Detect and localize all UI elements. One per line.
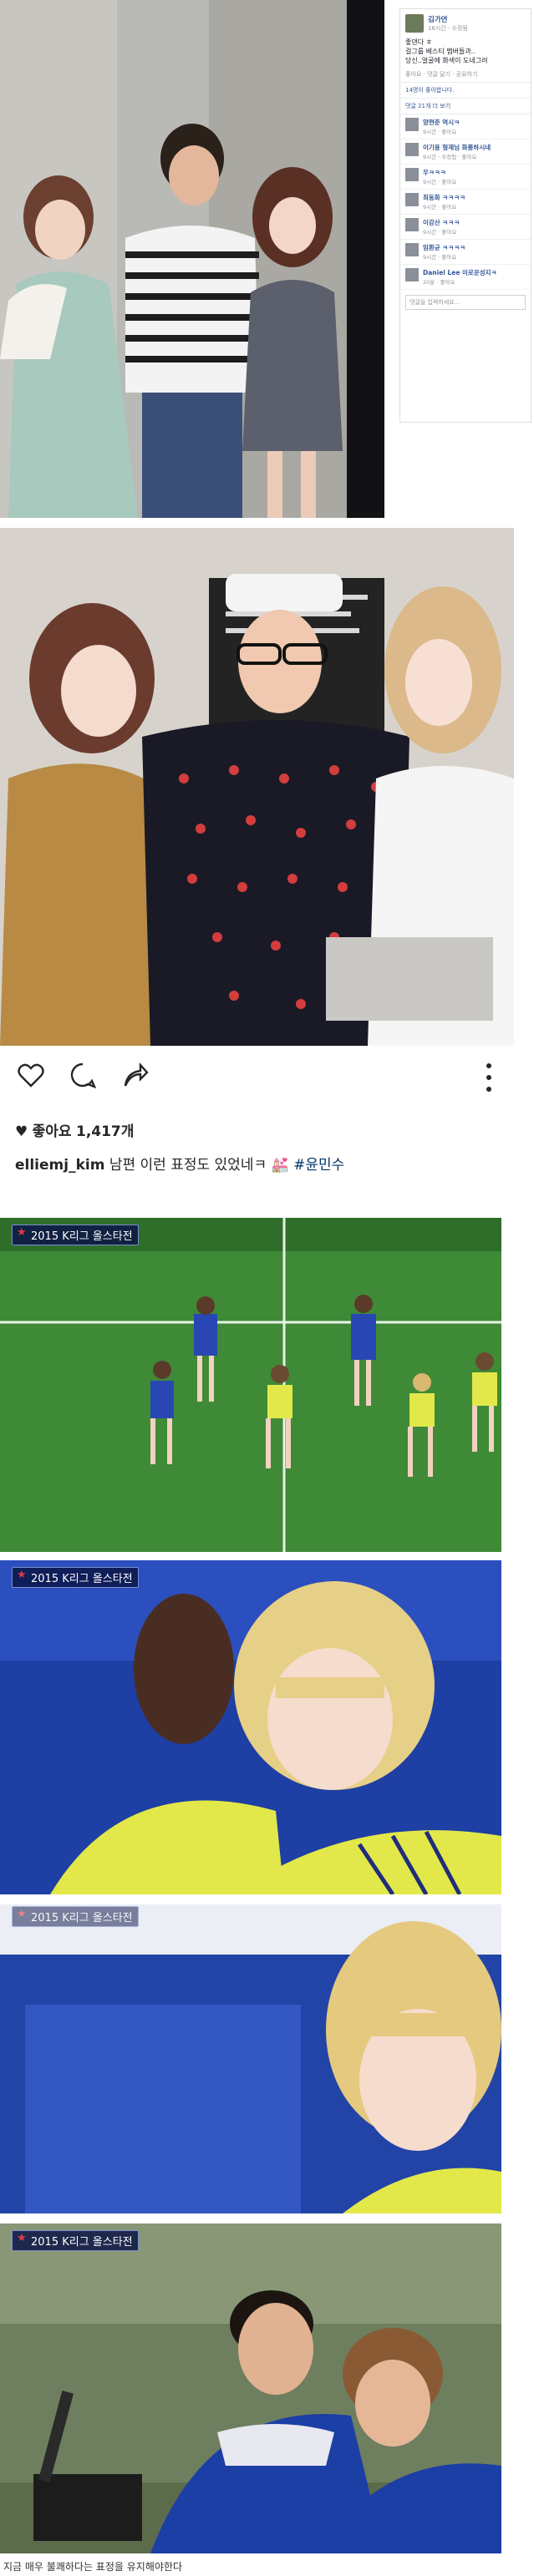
avatar[interactable] xyxy=(405,193,419,206)
comment-meta[interactable]: 9시간 · 좋아요 xyxy=(423,202,465,210)
avatar[interactable] xyxy=(405,268,419,281)
avatar[interactable] xyxy=(405,243,419,256)
comment-icon[interactable] xyxy=(69,1061,97,1089)
broadcast-logo-text: 2015 K리그 올스타전 xyxy=(31,1230,133,1243)
share-icon[interactable] xyxy=(120,1061,149,1089)
list-item: Daniel Lee 이로운성지ㅋ 20분 · 좋아요 xyxy=(400,265,531,290)
heart-icon[interactable] xyxy=(17,1061,45,1089)
facebook-author-name[interactable]: 김가연 xyxy=(428,14,468,24)
broadcast-logo-text: 2015 K리그 올스타전 xyxy=(31,2236,133,2249)
list-item: 이강산 ㅋㅋㅋ 9시간 · 좋아요 xyxy=(400,215,531,240)
comment-meta[interactable]: 20분 · 좋아요 xyxy=(423,277,496,286)
comment-text[interactable]: 양현준 역시ㅋ xyxy=(423,118,460,127)
caption-text: 남편 이런 표정도 있었네ㅋ xyxy=(109,1157,267,1174)
avatar[interactable] xyxy=(405,218,419,231)
list-item: 임환균 ㅋㅋㅋㅋ 9시간 · 좋아요 xyxy=(400,240,531,265)
comment-meta[interactable]: 9시간 · 좋아요 xyxy=(423,127,460,135)
facebook-more-comments-link[interactable]: 댓글 21개 더 보기 xyxy=(400,99,531,114)
broadcast-logo-text: 2015 K리그 올스타전 xyxy=(31,1573,133,1585)
facebook-comment-input[interactable]: 댓글을 입력하세요... xyxy=(405,295,526,310)
instagram-caption: elliemj_kim 남편 이런 표정도 있었네ㅋ 💒 #윤민수 xyxy=(15,1153,344,1174)
bottom-caption: 지금 매우 불쾌하다는 표정을 유지해야한다 xyxy=(3,2561,182,2573)
likes-prefix: 좋아요 xyxy=(32,1123,72,1140)
facebook-like-count[interactable]: 14명이 좋아합니다. xyxy=(400,83,531,99)
comment-meta[interactable]: 9시간 · 좋아요 xyxy=(423,252,465,261)
instagram-action-icons xyxy=(17,1061,149,1089)
facebook-action-links[interactable]: 좋아요 · 댓글 달기 · 공유하기 xyxy=(400,67,531,83)
comment-text[interactable]: 임환균 ㅋㅋㅋㅋ xyxy=(423,243,465,252)
avatar[interactable] xyxy=(405,118,419,131)
comment-meta[interactable]: 9시간 · 좋아요 xyxy=(423,227,460,236)
facebook-post-time: 16시간 · 수정됨 xyxy=(428,25,468,32)
comment-text[interactable]: 이기용 형재님 화룡하시네 xyxy=(423,143,491,152)
list-item: 이기용 형재님 화룡하시네 9시간 · 수정됨 · 좋아요 xyxy=(400,139,531,165)
avatar[interactable] xyxy=(405,14,424,33)
facebook-body-line: 당신..얼굴에 화색이 도네그려 xyxy=(405,57,488,64)
facebook-post-panel: 김가연 16시간 · 수정됨 좋댄다 ㅎ 걸그룹 베스티 멤버들과.. 당신..… xyxy=(399,8,531,423)
emoji-icon: 💒 xyxy=(271,1157,289,1174)
avatar[interactable] xyxy=(405,168,419,181)
facebook-comment-list: 양현준 역시ㅋ 9시간 · 좋아요 이기용 형재님 화룡하시네 9시간 · 수정됨 … xyxy=(400,114,531,290)
facebook-body-line: 좋댄다 ㅎ xyxy=(405,38,432,46)
comment-text[interactable]: 우ㅋㅋㅋ xyxy=(423,168,456,177)
comment-meta[interactable]: 9시간 · 수정됨 · 좋아요 xyxy=(423,152,491,160)
list-item: 최동화 ㅋㅋㅋㅋ 9시간 · 좋아요 xyxy=(400,190,531,215)
instagram-like-count[interactable]: ♥ 좋아요 1,417개 xyxy=(15,1119,134,1140)
comment-text[interactable]: 이강산 ㅋㅋㅋ xyxy=(423,218,460,227)
instagram-username[interactable]: elliemj_kim xyxy=(15,1157,104,1174)
comment-text[interactable]: 최동화 ㅋㅋㅋㅋ xyxy=(423,193,465,202)
photo-players: 2015 K리그 올스타전 xyxy=(0,2224,501,2553)
likes-count: 1,417개 xyxy=(75,1123,135,1140)
broadcast-logo: 2015 K리그 올스타전 xyxy=(12,1567,139,1588)
facebook-body-line: 걸그룹 베스티 멤버들과.. xyxy=(405,48,476,55)
broadcast-logo: 2015 K리그 올스타전 xyxy=(12,1225,139,1245)
list-item: 우ㅋㅋㅋ 9시간 · 좋아요 xyxy=(400,165,531,190)
comment-text[interactable]: Daniel Lee 이로운성지ㅋ xyxy=(423,268,496,277)
instagram-post-footer: ♥ 좋아요 1,417개 elliemj_kim 남편 이런 표정도 있었네ㅋ … xyxy=(0,1052,501,1211)
more-dots-icon[interactable] xyxy=(485,1061,493,1094)
photo-field-dancers: 2015 K리그 올스타전 xyxy=(0,1218,501,1552)
photo-dancer-peek: 2015 K리그 올스타전 xyxy=(0,1904,501,2213)
photo-dancer-closeup: 2015 K리그 올스타전 xyxy=(0,1560,501,1894)
facebook-post-body: 좋댄다 ㅎ 걸그룹 베스티 멤버들과.. 당신..얼굴에 화색이 도네그려 xyxy=(400,36,531,67)
broadcast-logo: 2015 K리그 올스타전 xyxy=(12,1906,139,1927)
comment-meta[interactable]: 9시간 · 좋아요 xyxy=(423,177,456,185)
heart-icon: ♥ xyxy=(15,1123,28,1140)
avatar[interactable] xyxy=(405,143,419,156)
photo-elevator-trio xyxy=(0,0,384,518)
list-item: 양현준 역시ㅋ 9시간 · 좋아요 xyxy=(400,114,531,139)
hashtag-link[interactable]: #윤민수 xyxy=(293,1157,344,1174)
facebook-post-header: 김가연 16시간 · 수정됨 xyxy=(400,9,531,36)
broadcast-logo-text: 2015 K리그 올스타전 xyxy=(31,1912,133,1924)
broadcast-logo: 2015 K리그 올스타전 xyxy=(12,2230,139,2251)
photo-instagram-trio xyxy=(0,528,514,1046)
